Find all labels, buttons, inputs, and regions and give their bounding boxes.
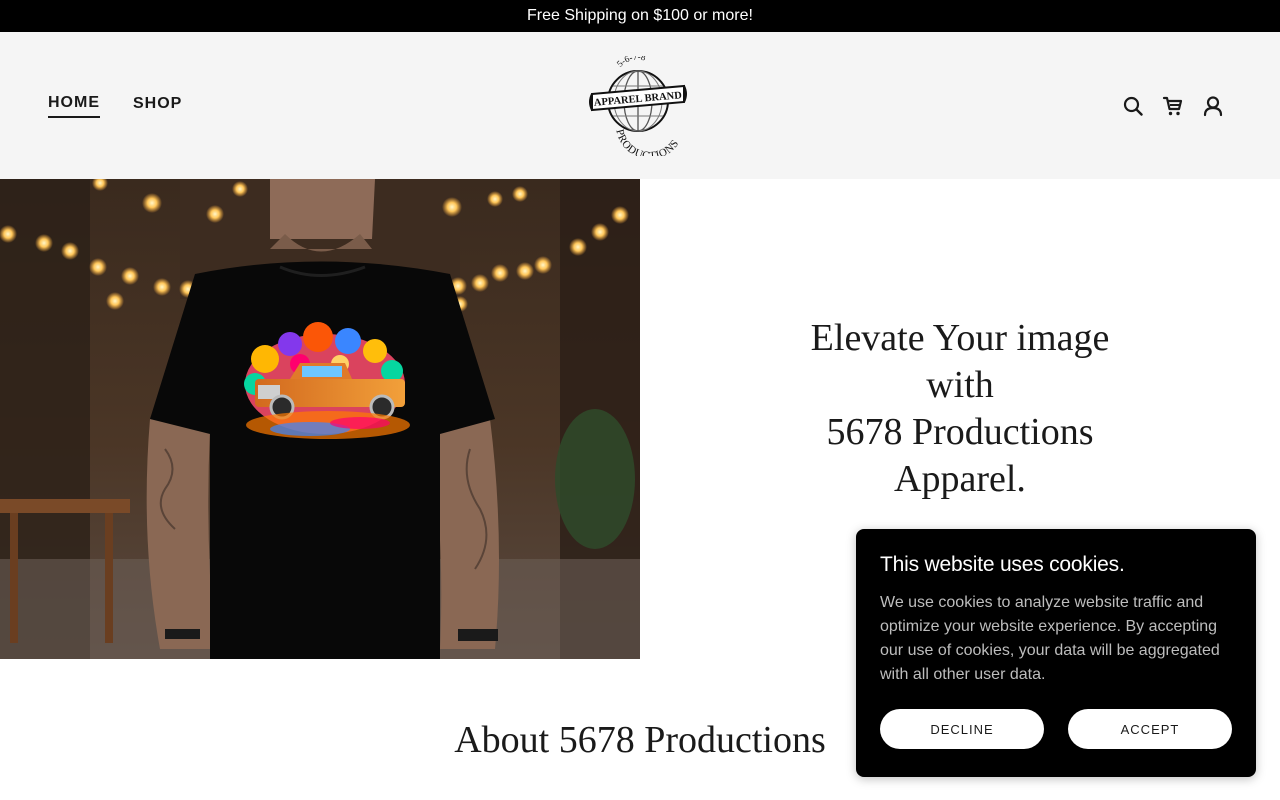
nav-home-link[interactable]: HOME [48,94,100,118]
search-icon[interactable] [1122,95,1144,117]
hero-headline-line: with [926,364,994,406]
accept-button[interactable]: ACCEPT [1068,709,1232,749]
decline-button[interactable]: DECLINE [880,709,1044,749]
hero-image [0,179,640,659]
header-icons [1122,32,1224,179]
cart-icon[interactable] [1162,95,1184,117]
hero-headline: Elevate Your image with 5678 Productions… [790,315,1130,503]
hero-photo-illustration [0,179,640,659]
hero-headline-line: Elevate Your image [810,317,1110,359]
announcement-bar: Free Shipping on $100 or more! [0,0,1280,32]
hero-headline-line: Apparel. [894,458,1026,500]
hero-headline-line: 5678 Productions [826,411,1094,453]
account-icon[interactable] [1202,95,1224,117]
brand-logo[interactable]: 5-6-7-8 APPAREL BRAND PRODUCTIONS [586,51,690,162]
cookie-banner: This website uses cookies. We use cookie… [856,529,1256,777]
cookie-body: We use cookies to analyze website traffi… [880,594,1220,683]
cookie-actions: DECLINE ACCEPT [880,709,1232,749]
nav-shop-link[interactable]: SHOP [133,95,182,117]
svg-text:5-6-7-8: 5-6-7-8 [615,56,647,69]
logo-top-text: 5-6-7-8 [615,51,647,68]
main-nav: HOME SHOP [48,32,182,179]
site-header: HOME SHOP 5-6-7-8 APPAREL BRAND PRODUCTI… [0,32,1280,179]
announcement-text: Free Shipping on $100 or more! [527,7,753,24]
cookie-title: This website uses cookies. [880,553,1125,576]
svg-text:PRODUCTIONS: PRODUCTIONS [613,128,681,156]
logo-bottom-text: PRODUCTIONS [613,128,681,162]
logo-globe-icon: 5-6-7-8 APPAREL BRAND PRODUCTIONS [589,51,687,162]
